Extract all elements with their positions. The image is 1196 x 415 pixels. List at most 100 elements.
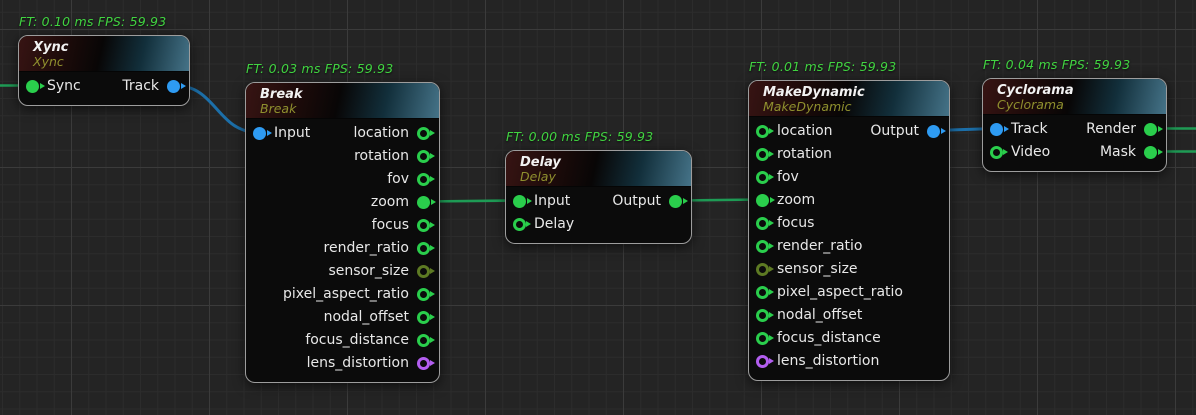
port-row: Delay [506, 213, 691, 236]
unconnected-port-dot-icon[interactable] [417, 242, 430, 255]
unconnected-port-dot-icon[interactable] [417, 311, 430, 324]
node-delay[interactable]: DelayDelay Input Output Delay [505, 150, 692, 244]
unconnected-port-dot-icon[interactable] [417, 357, 430, 370]
port-location[interactable]: location [756, 120, 833, 143]
node-header[interactable]: BreakBreak [246, 83, 439, 119]
port-sync[interactable]: Sync [26, 75, 81, 98]
node-header[interactable]: CycloramaCyclorama [983, 79, 1166, 115]
connected-port-dot-icon[interactable] [669, 195, 682, 208]
port-label: render_ratio [777, 235, 862, 258]
port-row: zoom [246, 191, 439, 214]
node-title: Break [260, 87, 425, 102]
port-rotation[interactable]: rotation [756, 143, 832, 166]
unconnected-port-dot-icon[interactable] [756, 309, 769, 322]
unconnected-port-dot-icon[interactable] [756, 355, 769, 368]
connected-port-dot-icon[interactable] [1144, 146, 1157, 159]
node-header[interactable]: XyncXync [19, 36, 189, 72]
port-nodal-offset[interactable]: nodal_offset [756, 304, 862, 327]
port-location[interactable]: location [353, 122, 430, 145]
port-row: focus_distance [749, 327, 949, 350]
port-sensor-size[interactable]: sensor_size [756, 258, 858, 281]
unconnected-port-dot-icon[interactable] [756, 240, 769, 253]
port-output[interactable]: Output [870, 120, 940, 143]
port-row: lens_distortion [246, 352, 439, 375]
port-label: zoom [371, 191, 409, 214]
port-input[interactable]: Input [513, 190, 570, 213]
port-mask[interactable]: Mask [1100, 141, 1157, 164]
node-makedynamic[interactable]: MakeDynamicMakeDynamic location Output rota… [748, 80, 950, 381]
port-focus[interactable]: focus [756, 212, 814, 235]
port-label: Output [870, 120, 919, 143]
port-label: Output [612, 190, 661, 213]
port-fov[interactable]: fov [387, 168, 430, 191]
node-title: Cyclorama [997, 83, 1152, 98]
port-input[interactable]: Input [253, 122, 310, 145]
node-xync[interactable]: XyncXync Sync Track [18, 35, 190, 106]
port-track[interactable]: Track [990, 118, 1048, 141]
port-render-ratio[interactable]: render_ratio [756, 235, 862, 258]
port-track[interactable]: Track [122, 75, 180, 98]
unconnected-port-dot-icon[interactable] [756, 217, 769, 230]
connected-port-dot-icon[interactable] [417, 196, 430, 209]
unconnected-port-dot-icon[interactable] [756, 148, 769, 161]
unconnected-port-dot-icon[interactable] [756, 286, 769, 299]
port-zoom[interactable]: zoom [756, 189, 815, 212]
unconnected-port-dot-icon[interactable] [756, 125, 769, 138]
port-row: pixel_aspect_ratio [246, 283, 439, 306]
port-fov[interactable]: fov [756, 166, 799, 189]
connected-port-dot-icon[interactable] [927, 125, 940, 138]
unconnected-port-dot-icon[interactable] [417, 173, 430, 186]
unconnected-port-dot-icon[interactable] [417, 265, 430, 278]
port-delay[interactable]: Delay [513, 213, 574, 236]
port-row: Track Render [983, 118, 1166, 141]
port-lens-distortion[interactable]: lens_distortion [307, 352, 430, 375]
port-lens-distortion[interactable]: lens_distortion [756, 350, 879, 373]
connected-port-dot-icon[interactable] [990, 123, 1003, 136]
unconnected-port-dot-icon[interactable] [513, 218, 526, 231]
port-pixel-aspect-ratio[interactable]: pixel_aspect_ratio [756, 281, 903, 304]
port-video[interactable]: Video [990, 141, 1050, 164]
node-subtitle: Delay [520, 170, 677, 184]
unconnected-port-dot-icon[interactable] [417, 288, 430, 301]
connected-port-dot-icon[interactable] [756, 194, 769, 207]
node-header[interactable]: MakeDynamicMakeDynamic [749, 81, 949, 117]
unconnected-port-dot-icon[interactable] [756, 171, 769, 184]
port-row: nodal_offset [749, 304, 949, 327]
connected-port-dot-icon[interactable] [513, 195, 526, 208]
port-rotation[interactable]: rotation [354, 145, 430, 168]
port-render[interactable]: Render [1086, 118, 1157, 141]
port-row: sensor_size [246, 260, 439, 283]
unconnected-port-dot-icon[interactable] [990, 146, 1003, 159]
port-label: pixel_aspect_ratio [777, 281, 903, 304]
port-row: fov [246, 168, 439, 191]
port-output[interactable]: Output [612, 190, 682, 213]
port-sensor-size[interactable]: sensor_size [328, 260, 430, 283]
port-row: Sync Track [19, 75, 189, 98]
connected-port-dot-icon[interactable] [167, 80, 180, 93]
node-cyclorama[interactable]: CycloramaCyclorama Track Render Video Mask [982, 78, 1167, 172]
port-focus-distance[interactable]: focus_distance [756, 327, 881, 350]
unconnected-port-dot-icon[interactable] [756, 332, 769, 345]
port-label: lens_distortion [307, 352, 409, 375]
node-body: Track Render Video Mask [983, 115, 1166, 172]
port-row: render_ratio [246, 237, 439, 260]
unconnected-port-dot-icon[interactable] [756, 263, 769, 276]
unconnected-port-dot-icon[interactable] [417, 219, 430, 232]
unconnected-port-dot-icon[interactable] [417, 334, 430, 347]
node-body: Input Output Delay [506, 187, 691, 244]
port-focus[interactable]: focus [372, 214, 430, 237]
port-zoom[interactable]: zoom [371, 191, 430, 214]
port-render-ratio[interactable]: render_ratio [324, 237, 430, 260]
connected-port-dot-icon[interactable] [253, 127, 266, 140]
port-focus-distance[interactable]: focus_distance [305, 329, 430, 352]
connected-port-dot-icon[interactable] [1144, 123, 1157, 136]
node-break[interactable]: BreakBreakInputlocationrotationfovzoomfo… [245, 82, 440, 383]
port-nodal-offset[interactable]: nodal_offset [324, 306, 430, 329]
node-title: Xync [33, 40, 175, 55]
port-pixel-aspect-ratio[interactable]: pixel_aspect_ratio [283, 283, 430, 306]
node-header[interactable]: DelayDelay [506, 151, 691, 187]
connected-port-dot-icon[interactable] [26, 80, 39, 93]
node-graph-canvas[interactable]: FT: 0.10 ms FPS: 59.93XyncXyncSyncTrackF… [0, 0, 1196, 415]
unconnected-port-dot-icon[interactable] [417, 150, 430, 163]
unconnected-port-dot-icon[interactable] [417, 127, 430, 140]
